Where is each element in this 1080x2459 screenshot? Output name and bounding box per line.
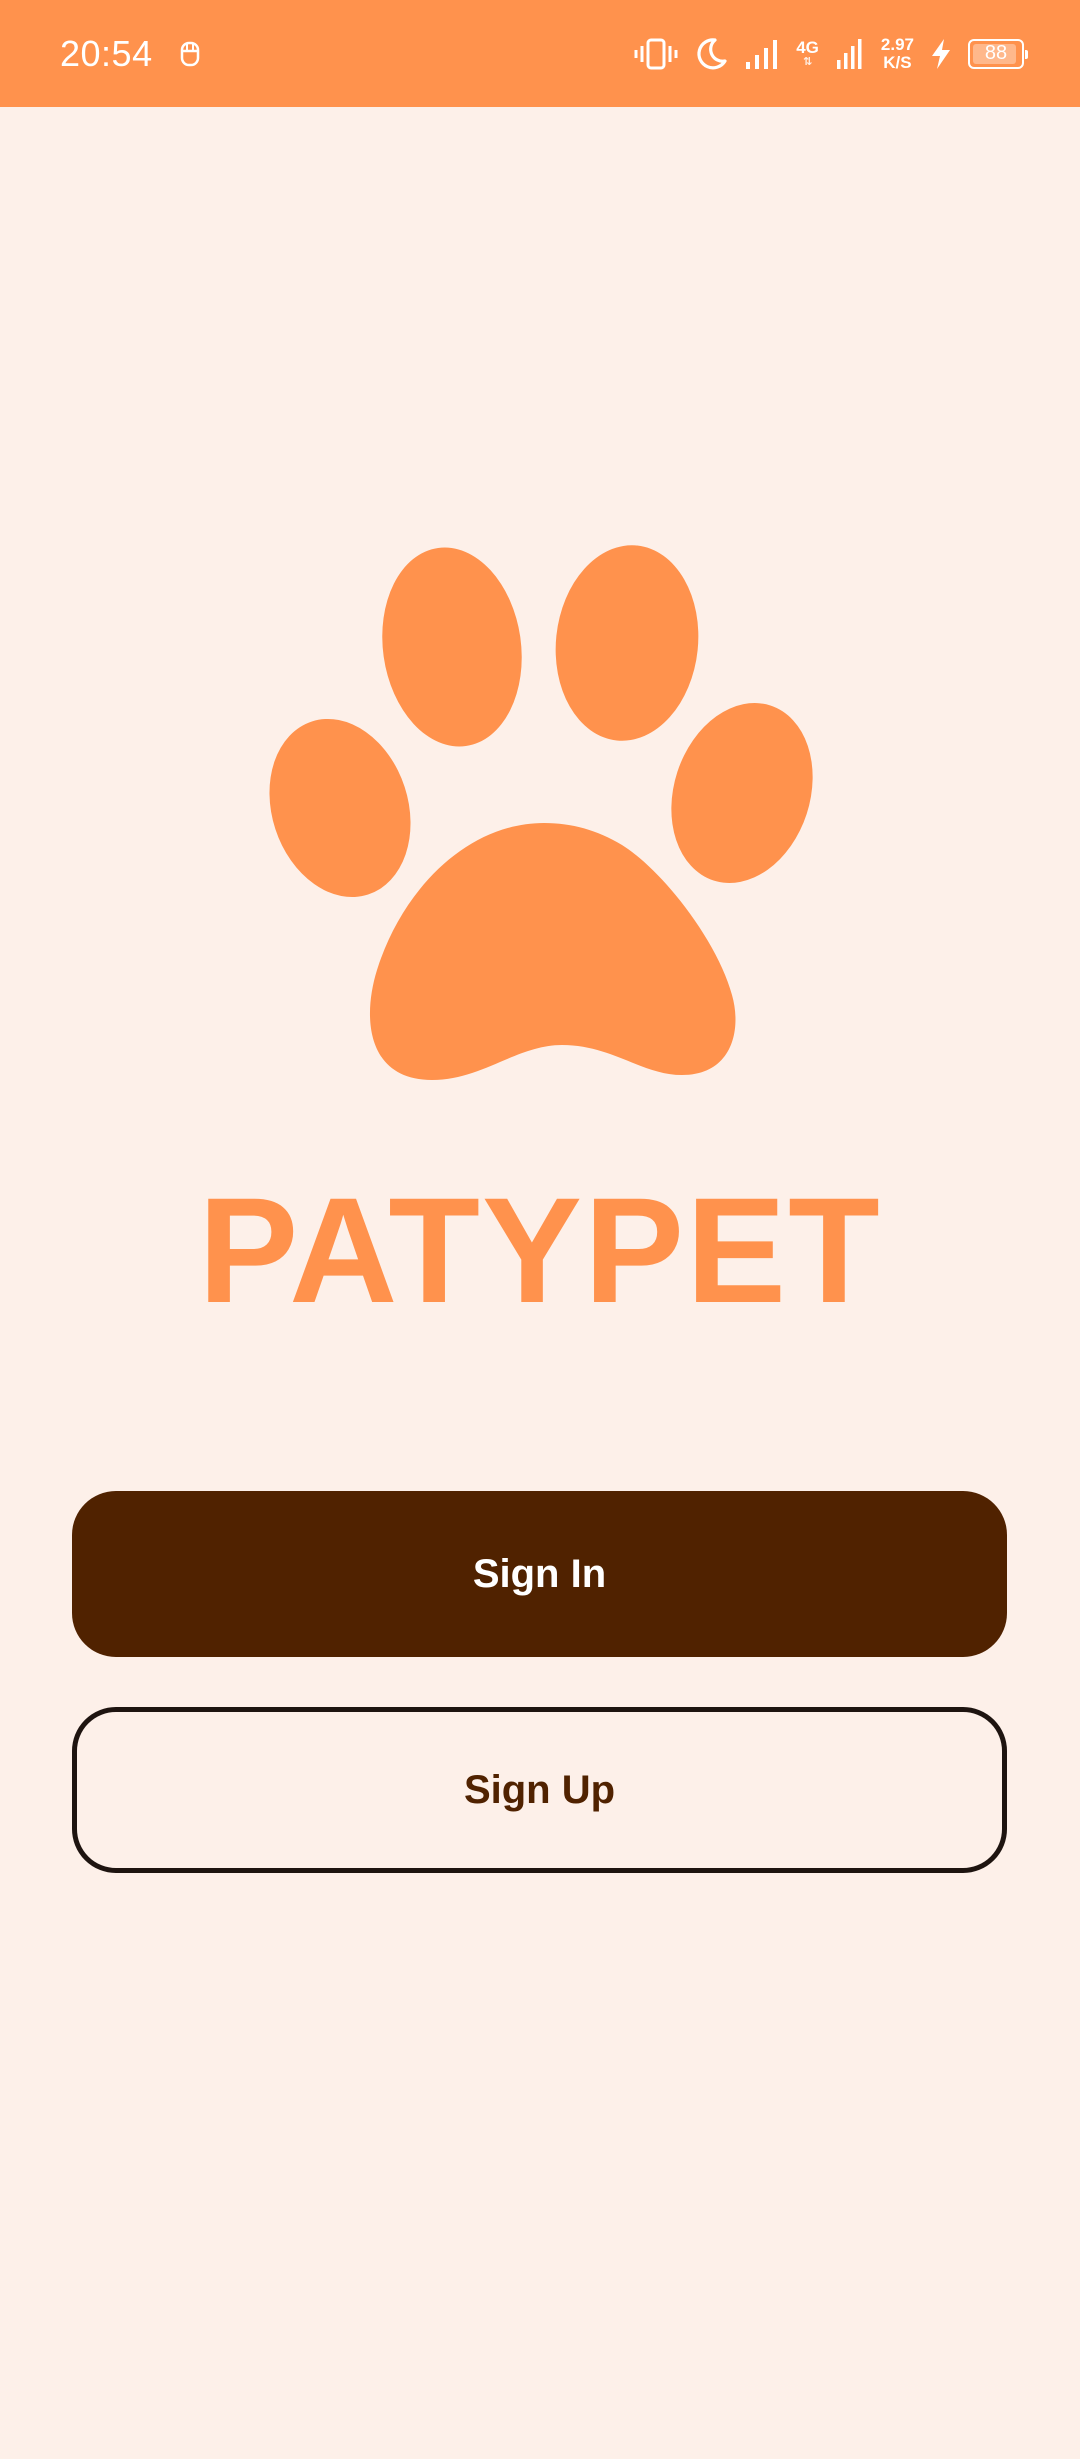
signal-icon	[744, 38, 780, 70]
clock: 20:54	[60, 32, 153, 74]
charging-bolt-icon	[930, 38, 952, 70]
network-speed-unit: K/S	[883, 52, 912, 72]
sign-in-button[interactable]: Sign In	[72, 1491, 1007, 1657]
network-speed: 2.97 K/S	[880, 34, 914, 72]
network-type-label: 4G	[796, 37, 819, 57]
status-left: 20:54	[60, 33, 201, 75]
status-bar: 20:54 4G ⇅ 2.97 K/S 88	[0, 0, 1080, 107]
battery-icon: 88	[968, 38, 1028, 69]
status-right: 4G ⇅ 2.97 K/S 88	[634, 34, 1028, 72]
sign-up-label: Sign Up	[463, 1767, 616, 1812]
data-arrows-icon: ⇅	[802, 55, 813, 68]
sign-in-label: Sign In	[472, 1551, 607, 1596]
sign-up-button[interactable]: Sign Up	[72, 1707, 1007, 1873]
do-not-disturb-moon-icon	[694, 37, 728, 71]
battery-level: 88	[984, 42, 1008, 64]
network-type-indicator: 4G ⇅	[796, 37, 819, 68]
paw-icon	[269, 545, 813, 1080]
app-notification-icon	[179, 40, 201, 68]
network-speed-value: 2.97	[880, 34, 914, 54]
signal-4g-icon	[835, 38, 865, 70]
vibrate-icon	[634, 37, 678, 71]
app-name-title: PATYPET	[198, 1166, 882, 1334]
